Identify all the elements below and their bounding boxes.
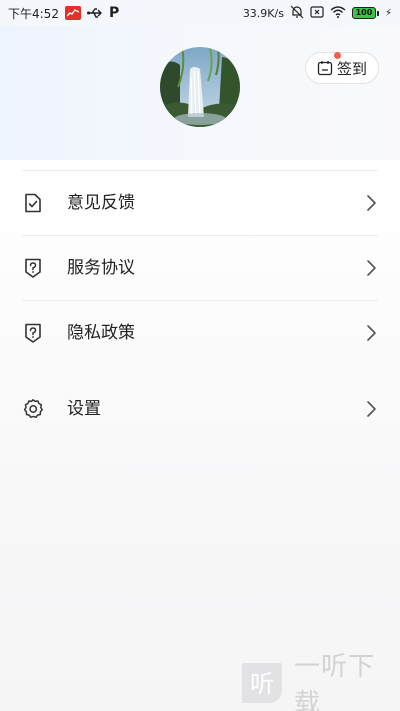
- checkin-label: 签到: [336, 59, 367, 78]
- feedback-icon: [22, 192, 44, 214]
- menu-item-label: 隐私政策: [67, 323, 135, 343]
- checkin-button[interactable]: 签到: [305, 52, 379, 84]
- menu-item-privacy-policy[interactable]: 隐私政策: [0, 301, 400, 365]
- chevron-right-icon: [366, 258, 378, 278]
- chevron-right-icon: [366, 399, 378, 419]
- privacy-policy-icon: [22, 322, 44, 344]
- battery-level: 100: [351, 7, 376, 19]
- menu-item-service-agreement[interactable]: 服务协议: [0, 236, 400, 300]
- profile-header: 签到: [0, 26, 400, 160]
- usb-icon: [86, 7, 103, 19]
- calendar-icon: [317, 60, 333, 76]
- service-agreement-icon: [22, 257, 44, 279]
- chevron-right-icon: [366, 323, 378, 343]
- menu-item-label: 服务协议: [67, 258, 135, 278]
- charging-icon: ⚡: [384, 7, 392, 19]
- menu-item-label: 设置: [67, 399, 101, 419]
- gear-icon: [22, 398, 44, 420]
- status-right: 33.9K/s 100 ⚡: [243, 5, 392, 22]
- p-app-icon: P: [108, 5, 120, 21]
- chevron-right-icon: [366, 193, 378, 213]
- mute-icon: [290, 5, 304, 22]
- no-sim-icon: [310, 5, 324, 21]
- network-speed: 33.9K/s: [242, 6, 284, 20]
- menu-item-label: 意见反馈: [67, 193, 135, 213]
- watermark: 听 一听下载: [232, 652, 400, 711]
- status-left: 下午4:52 P: [8, 5, 119, 22]
- status-bar: 下午4:52 P 33.9K/s 100 ⚡: [0, 0, 400, 26]
- battery-icon: 100: [351, 7, 379, 19]
- watermark-text: 一听下载: [294, 652, 376, 711]
- menu-item-settings[interactable]: 设置: [0, 377, 400, 441]
- watermark-logo-icon: 听: [238, 659, 286, 707]
- stock-app-icon: [64, 6, 81, 20]
- notification-dot: [334, 52, 341, 59]
- status-time: 下午4:52: [8, 6, 59, 21]
- svg-text:听: 听: [250, 670, 274, 698]
- menu-item-feedback[interactable]: 意见反馈: [0, 171, 400, 235]
- menu-list: 意见反馈 服务协议 隐私政策 设置: [0, 160, 400, 711]
- wifi-icon: [330, 5, 346, 21]
- avatar[interactable]: [160, 47, 240, 127]
